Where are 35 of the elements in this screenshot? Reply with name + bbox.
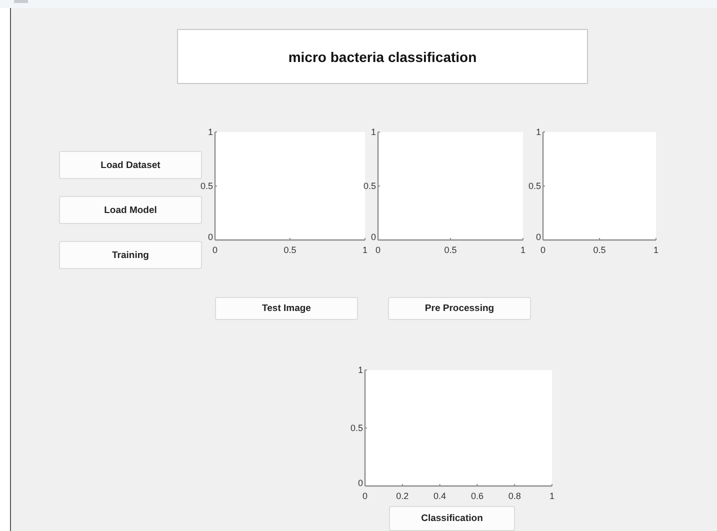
tick-label: 0.4 [434,491,446,501]
tick-label: 0.8 [508,491,521,501]
tick-label: 0 [540,245,546,255]
app-title: micro bacteria classification [177,29,588,84]
classification-button[interactable]: Classification [389,506,515,531]
tick-label: 1 [208,127,213,137]
tick-label: 1 [362,245,368,255]
tick-label: 1 [370,127,376,137]
app-icon [14,0,28,3]
tick-label: 0.5 [444,245,457,255]
tick-label: 0.5 [200,181,213,191]
action-button[interactable]: Training [59,241,202,269]
tick-label: 0.5 [284,245,296,255]
tick-label: 0.5 [350,423,363,433]
tick-label: 1 [536,127,541,137]
tick-label: 1 [520,245,526,255]
tick-label: 0 [208,232,213,242]
action-button[interactable]: Load Model [59,196,202,224]
tick-label: 0 [212,245,218,255]
tick-label: 0 [362,491,368,501]
tick-label: 0.6 [470,491,484,501]
tick-label: 1 [654,245,658,255]
tick-label: 0.5 [593,245,606,255]
tick-label: 0 [370,232,376,242]
tick-label: 0.2 [396,491,409,501]
action-button[interactable]: Load Dataset [59,151,202,179]
tick-label: 0 [376,245,380,255]
tick-label: 0.5 [363,181,376,191]
action-button[interactable]: Test Image [215,297,358,320]
tick-label: 0.5 [528,181,541,191]
action-button[interactable]: Pre Processing [388,297,531,320]
tick-label: 1 [358,365,363,375]
tick-label: 0 [536,232,541,242]
tick-label: 1 [550,491,554,501]
tick-label: 0 [358,478,363,488]
